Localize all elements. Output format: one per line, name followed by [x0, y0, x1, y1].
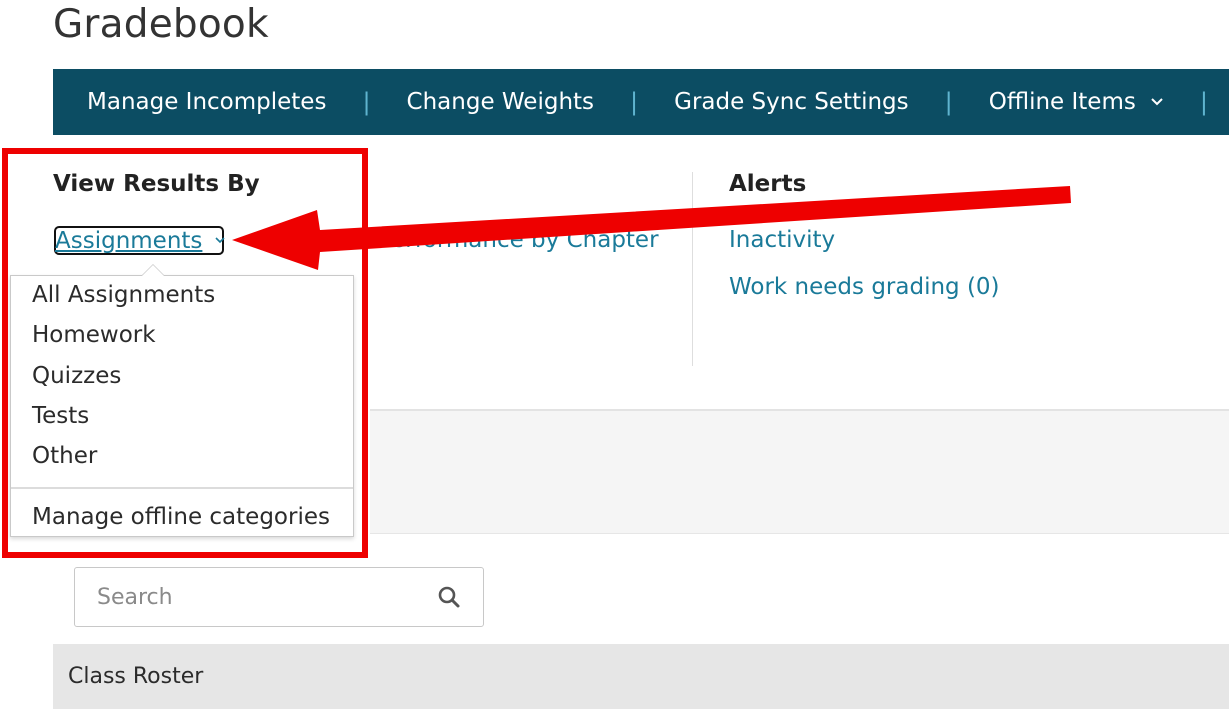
assignments-dropdown-label: Assignments	[55, 227, 203, 254]
nav-separator: |	[362, 88, 371, 116]
page-title: Gradebook	[53, 2, 269, 47]
section-divider	[692, 172, 693, 366]
dropdown-item-quizzes[interactable]: Quizzes	[32, 363, 121, 389]
nav-offline-items-label: Offline Items	[988, 89, 1136, 115]
dropdown-item-tests[interactable]: Tests	[32, 403, 89, 429]
assignments-dropdown-menu: All Assignments Homework Quizzes Tests O…	[10, 264, 354, 537]
chevron-down-icon	[1150, 97, 1164, 107]
dropdown-caret-fill	[142, 265, 164, 276]
class-roster-header: Class Roster	[53, 644, 1229, 709]
nav-change-weights[interactable]: Change Weights	[407, 89, 594, 115]
top-navbar: Manage Incompletes | Change Weights | Gr…	[53, 69, 1229, 135]
dropdown-item-homework[interactable]: Homework	[32, 322, 156, 348]
work-needs-grading-link[interactable]: Work needs grading (0)	[729, 274, 1000, 300]
nav-separator: |	[1199, 88, 1208, 116]
dropdown-divider	[11, 487, 353, 489]
search-box	[74, 567, 484, 627]
dropdown-item-other[interactable]: Other	[32, 443, 97, 469]
filter-band	[370, 409, 1229, 534]
nav-offline-items[interactable]: Offline Items	[989, 89, 1164, 115]
assignments-dropdown-toggle[interactable]: Assignments	[54, 226, 226, 255]
class-roster-title: Class Roster	[68, 664, 204, 689]
search-icon[interactable]	[437, 585, 461, 613]
nav-grade-sync-settings[interactable]: Grade Sync Settings	[674, 89, 909, 115]
search-input[interactable]	[95, 583, 419, 611]
view-results-heading: View Results By	[53, 171, 260, 197]
alerts-heading: Alerts	[729, 171, 807, 197]
nav-separator: |	[630, 88, 639, 116]
chevron-down-icon	[214, 236, 226, 245]
manage-offline-categories-link[interactable]: Manage offline categories	[32, 504, 330, 530]
performance-by-chapter-link[interactable]: Performance by Chapter	[378, 227, 659, 253]
inactivity-link[interactable]: Inactivity	[729, 227, 835, 253]
dropdown-item-all-assignments[interactable]: All Assignments	[32, 282, 215, 308]
nav-manage-incompletes[interactable]: Manage Incompletes	[87, 89, 326, 115]
nav-separator: |	[944, 88, 953, 116]
